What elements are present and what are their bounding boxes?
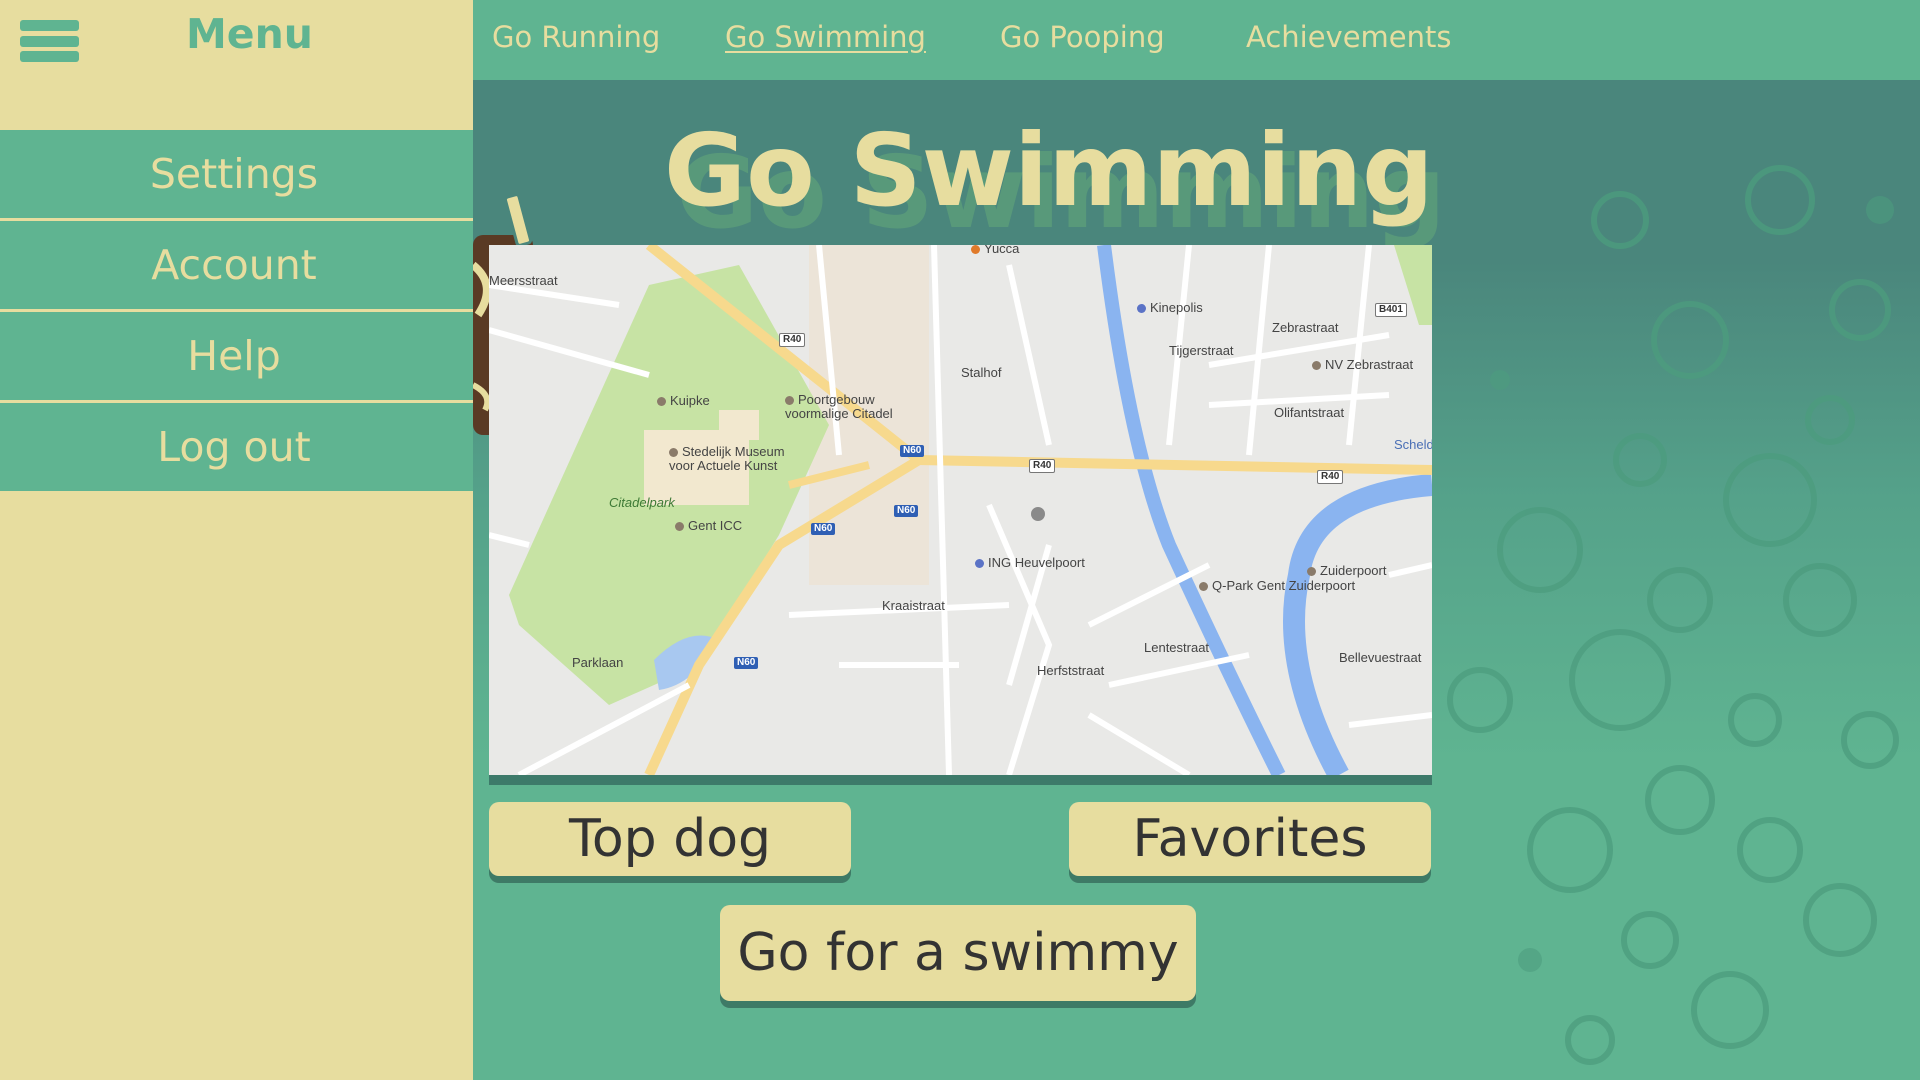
- map-label-gent-icc: Gent ICC: [675, 518, 742, 533]
- map-label-qpark: Q-Park Gent Zuiderpoort: [1199, 578, 1355, 593]
- map-view[interactable]: Yucca Kinepolis NV Zebrastraat Kuipke Po…: [489, 245, 1432, 785]
- go-for-a-swimmy-button[interactable]: Go for a swimmy: [720, 905, 1196, 1001]
- nav-go-running[interactable]: Go Running: [492, 20, 660, 54]
- favorites-button[interactable]: Favorites: [1069, 802, 1431, 876]
- bubbles-decoration: [1447, 165, 1899, 1065]
- map-label-citadelpark: Citadelpark: [609, 495, 675, 510]
- map-label-bellevuestraat: Bellevuestraat: [1339, 650, 1422, 665]
- sidebar-item-help[interactable]: Help: [0, 312, 473, 400]
- sidebar-item-settings[interactable]: Settings: [0, 130, 473, 218]
- map-label-meersstraat: Meersstraat: [489, 273, 558, 288]
- road-badge-n60: N60: [894, 505, 919, 517]
- map-label-kraaistraat: Kraaistraat: [882, 598, 945, 613]
- nav-go-pooping[interactable]: Go Pooping: [1000, 20, 1165, 54]
- top-nav: Go Running Go Swimming Go Pooping Achiev…: [473, 0, 1920, 80]
- map-label-lentestraat: Lentestraat: [1144, 640, 1210, 655]
- road-badge-r40: R40: [1317, 470, 1344, 484]
- nav-go-swimming[interactable]: Go Swimming: [725, 20, 926, 54]
- map-label-zuiderpoort: Zuiderpoort: [1307, 563, 1386, 578]
- map-label-parklaan: Parklaan: [572, 655, 624, 670]
- sidebar-menu: Menu Settings Account Help Log out: [0, 0, 473, 1080]
- road-badge-r40: R40: [1029, 459, 1056, 473]
- map-label-zebrastraat: Zebrastraat: [1272, 320, 1339, 335]
- map-label-schelde: Schelde: [1394, 437, 1432, 452]
- sidebar-item-logout[interactable]: Log out: [0, 403, 473, 491]
- top-dog-button[interactable]: Top dog: [489, 802, 851, 876]
- sidebar-item-account[interactable]: Account: [0, 221, 473, 309]
- map-label-poortgebouw: Poortgebouw voormalige Citadel: [785, 393, 915, 421]
- road-badge-n60: N60: [900, 445, 925, 457]
- road-badge-b401: B401: [1375, 303, 1407, 317]
- map-label-ing-heuvelpoort: ING Heuvelpoort: [975, 555, 1085, 570]
- map-label-nv-zebrastraat: NV Zebrastraat: [1312, 357, 1413, 372]
- hamburger-menu-icon[interactable]: [20, 20, 79, 62]
- nav-achievements[interactable]: Achievements: [1246, 20, 1452, 54]
- map-label-stalhof: Stalhof: [961, 365, 1002, 380]
- map-label-smak: Stedelijk Museum voor Actuele Kunst: [669, 445, 799, 473]
- map-label-kuipke: Kuipke: [657, 393, 710, 408]
- map-label-olifantstraat: Olifantstraat: [1274, 405, 1345, 420]
- road-badge-r40: R40: [779, 333, 806, 347]
- road-badge-n60: N60: [734, 657, 759, 669]
- menu-title: Menu: [186, 10, 313, 58]
- map-label-yucca: Yucca: [971, 245, 1019, 256]
- map-label-herfststraat: Herfststraat: [1037, 663, 1105, 678]
- sidebar-list: Settings Account Help Log out: [0, 130, 473, 494]
- road-badge-n60: N60: [811, 523, 836, 535]
- page-title: Go Swimming: [664, 112, 1434, 229]
- map-label-kinepolis: Kinepolis: [1137, 300, 1203, 315]
- map-label-tijgerstraat: Tijgerstraat: [1169, 343, 1234, 358]
